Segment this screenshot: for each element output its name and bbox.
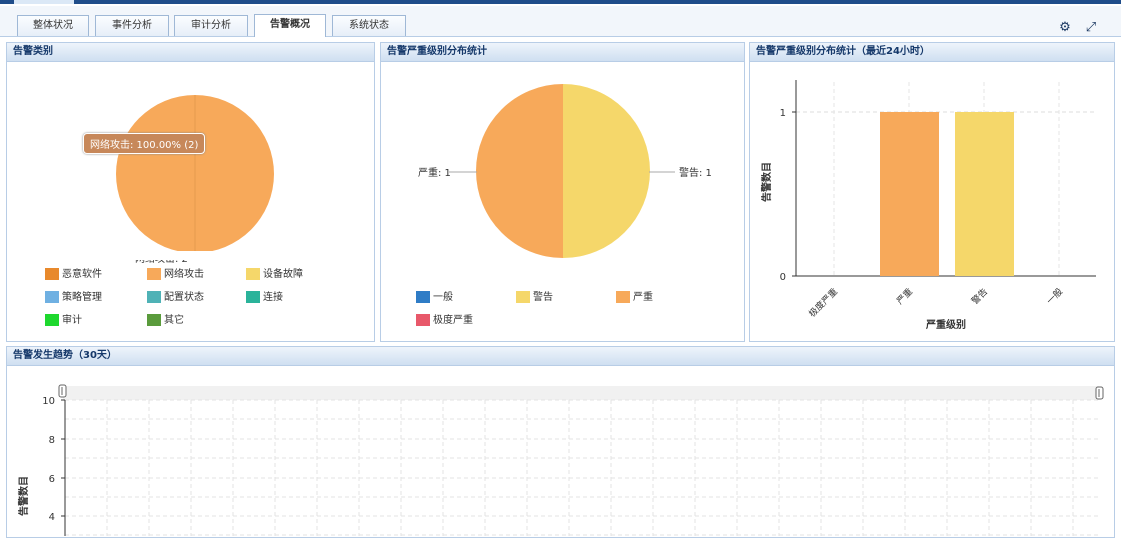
legend-item[interactable]: 警告 <box>516 288 553 303</box>
zoom-slider-track[interactable] <box>63 386 1099 400</box>
trend-line-chart: 10 8 6 4 告警数目 <box>17 384 1104 536</box>
legend-swatch <box>147 291 161 303</box>
tab-alarm-overview[interactable]: 告警概况 <box>254 14 326 37</box>
legend-label: 其它 <box>164 315 184 326</box>
panel-title: 告警类别 <box>7 43 374 62</box>
legend-swatch <box>45 268 59 280</box>
pie-label-warning: 警告: 1 <box>679 166 712 179</box>
legend-swatch <box>147 268 161 280</box>
x-axis-label: 严重级别 <box>925 318 966 331</box>
legend-label: 配置状态 <box>164 292 204 303</box>
legend-item[interactable]: 恶意软件 <box>45 265 102 280</box>
y-tick-label: 0 <box>780 272 786 283</box>
legend-swatch <box>246 268 260 280</box>
legend-item[interactable]: 极度严重 <box>416 311 473 326</box>
panel-severity-distribution: 告警严重级别分布统计 严重: 1 警告: 1 一般 警告 严重 极度严重 <box>380 42 745 342</box>
top-strip-tab <box>14 0 74 4</box>
trend-grid <box>65 399 1099 536</box>
y-tick-label: 1 <box>780 108 786 119</box>
x-tick-label: 极度严重 <box>806 286 840 320</box>
panel-alarm-trend: 告警发生趋势（30天） 10 8 6 4 告警数目 <box>6 346 1115 538</box>
legend-swatch <box>416 291 430 303</box>
tab-bar: 整体状况 事件分析 审计分析 告警概况 系统状态 ⚙ ⤢ <box>0 6 1121 37</box>
legend-label: 警告 <box>533 292 553 303</box>
legend-label: 网络攻击 <box>164 269 204 280</box>
y-tick-label: 6 <box>49 474 55 485</box>
tab-overall[interactable]: 整体状况 <box>17 15 89 36</box>
legend-label: 策略管理 <box>62 292 102 303</box>
legend-label: 恶意软件 <box>62 269 102 280</box>
x-tick-label: 严重 <box>894 286 915 307</box>
legend-label: 审计 <box>62 315 82 326</box>
panel-title: 告警严重级别分布统计（最近24小时） <box>750 43 1114 62</box>
top-strip <box>0 0 1121 4</box>
legend-item[interactable]: 连接 <box>246 288 283 303</box>
y-tick-label: 10 <box>42 396 55 407</box>
legend-swatch <box>45 291 59 303</box>
legend-item[interactable]: 严重 <box>616 288 653 303</box>
expand-icon[interactable]: ⤢ <box>1083 20 1099 36</box>
legend-swatch <box>45 314 59 326</box>
y-axis-label: 告警数目 <box>17 476 30 516</box>
pie-slice-warning[interactable] <box>563 84 650 258</box>
legend-item[interactable]: 审计 <box>45 311 82 326</box>
legend-label: 连接 <box>263 292 283 303</box>
tab-event-analysis[interactable]: 事件分析 <box>95 15 169 36</box>
tab-system-status[interactable]: 系统状态 <box>332 15 406 36</box>
legend-item[interactable]: 策略管理 <box>45 288 102 303</box>
y-axis-label: 告警数目 <box>760 162 773 202</box>
severity-bar-chart: 1 0 极度严重 严重 警告 一般 告警数目 严重级别 <box>760 80 1096 331</box>
y-tick-label: 4 <box>49 512 55 523</box>
panel-severity-24h: 告警严重级别分布统计（最近24小时） 1 0 极度严重 严重 警告 一般 告警数… <box>749 42 1115 342</box>
pie-slice-severe[interactable] <box>476 84 563 258</box>
pie-label-severe: 严重: 1 <box>418 166 451 179</box>
panel-alarm-category: 告警类别 网络攻击: 2 网络攻击: 100.00% (2) 恶意软件 网络攻击… <box>6 42 375 342</box>
panel-title: 告警发生趋势（30天） <box>7 347 1114 366</box>
legend-item[interactable]: 一般 <box>416 288 453 303</box>
legend-swatch <box>616 291 630 303</box>
y-tick-label: 8 <box>49 435 55 446</box>
tab-audit-analysis[interactable]: 审计分析 <box>174 15 248 36</box>
gear-icon[interactable]: ⚙ <box>1057 20 1073 36</box>
panel-title: 告警严重级别分布统计 <box>381 43 744 62</box>
legend-swatch <box>416 314 430 326</box>
legend-label: 严重 <box>633 292 653 303</box>
legend-item[interactable]: 其它 <box>147 311 184 326</box>
legend-swatch <box>147 314 161 326</box>
legend-swatch <box>516 291 530 303</box>
legend-item[interactable]: 设备故障 <box>246 265 303 280</box>
x-tick-label: 一般 <box>1044 286 1065 307</box>
legend-label: 一般 <box>433 292 453 303</box>
legend-mask <box>7 251 374 260</box>
legend-label: 设备故障 <box>263 269 303 280</box>
legend-item[interactable]: 配置状态 <box>147 288 204 303</box>
legend-swatch <box>246 291 260 303</box>
x-tick-label: 警告 <box>969 286 990 307</box>
bar-warning[interactable] <box>955 112 1014 276</box>
pie-tooltip: 网络攻击: 100.00% (2) <box>83 133 206 154</box>
legend-item[interactable]: 网络攻击 <box>147 265 204 280</box>
bar-severe[interactable] <box>880 112 939 276</box>
legend-label: 极度严重 <box>433 315 473 326</box>
